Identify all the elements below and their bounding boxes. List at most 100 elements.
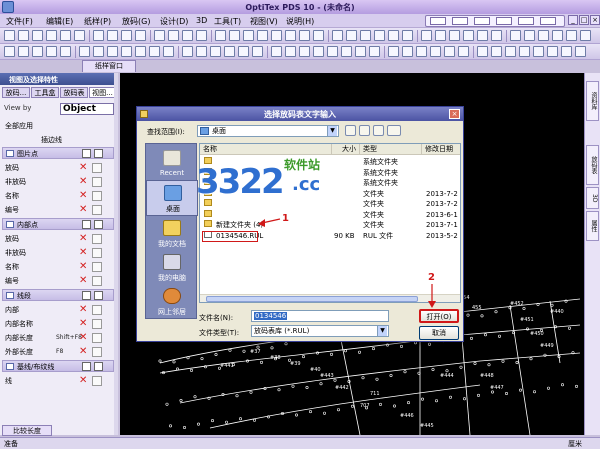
toolbar-tool-icon[interactable]	[107, 46, 118, 57]
section-toggle[interactable]	[82, 149, 91, 158]
toolbar-tool-icon[interactable]	[444, 46, 455, 57]
toolbar-tool-icon[interactable]	[18, 46, 29, 57]
panel-row[interactable]: 名称 ✕	[2, 190, 114, 202]
color-swatch[interactable]	[92, 347, 102, 357]
section-toggle[interactable]	[94, 220, 103, 229]
toolbar-tool-icon[interactable]	[163, 46, 174, 57]
color-swatch[interactable]	[92, 305, 102, 315]
toolbar-tool-icon[interactable]	[327, 46, 338, 57]
color-swatch[interactable]	[92, 376, 102, 386]
toolbar-tool-icon[interactable]	[135, 46, 146, 57]
tab-grade-table[interactable]: 放码表	[60, 87, 88, 98]
panel-section-header[interactable]: 线段	[2, 289, 114, 301]
ime-box[interactable]	[430, 17, 446, 25]
panel-row[interactable]: 非放码 ✕	[2, 176, 114, 188]
hidden-toggle-icon[interactable]: ✕	[79, 347, 89, 357]
toolbar-tool-icon[interactable]	[196, 30, 207, 41]
tab-grading[interactable]: 放码...	[2, 87, 30, 98]
place-documents[interactable]: 我的文档	[146, 216, 198, 252]
toolbar-tool-icon[interactable]	[60, 30, 71, 41]
toolbar-tool-icon[interactable]	[388, 46, 399, 57]
panel-row[interactable]: 全部应用	[2, 120, 114, 132]
color-swatch[interactable]	[92, 177, 102, 187]
toolbar-tool-icon[interactable]	[135, 30, 146, 41]
hidden-toggle-icon[interactable]: ✕	[79, 333, 89, 343]
toolbar-tool-icon[interactable]	[257, 30, 268, 41]
toolbar-tool-icon[interactable]	[32, 30, 43, 41]
color-swatch[interactable]	[92, 191, 102, 201]
toolbar-tool-icon[interactable]	[60, 46, 71, 57]
toolbar-tool-icon[interactable]	[121, 30, 132, 41]
toolbar-tool-icon[interactable]	[271, 46, 282, 57]
toolbar-tool-icon[interactable]	[93, 30, 104, 41]
toolbar-tool-icon[interactable]	[491, 30, 502, 41]
toolbar-tool-icon[interactable]	[547, 46, 558, 57]
toolbar-tool-icon[interactable]	[46, 30, 57, 41]
ime-box[interactable]	[518, 17, 534, 25]
ime-toolbar[interactable]	[425, 15, 565, 27]
panel-row[interactable]: 内部 ✕	[2, 304, 114, 316]
toolbar-tool-icon[interactable]	[285, 46, 296, 57]
menu-3d[interactable]: 3D	[196, 16, 207, 25]
hidden-toggle-icon[interactable]: ✕	[79, 163, 89, 173]
toolbar-tool-icon[interactable]	[182, 46, 193, 57]
color-swatch[interactable]	[92, 163, 102, 173]
toolbar-tool-icon[interactable]	[458, 46, 469, 57]
maximize-button[interactable]: □	[579, 15, 589, 25]
column-date[interactable]: 修改日期	[422, 144, 460, 155]
toolbar-tool-icon[interactable]	[224, 46, 235, 57]
toolbar-tool-icon[interactable]	[299, 30, 310, 41]
menu-grade[interactable]: 放码(G)	[122, 16, 150, 27]
panel-row[interactable]: 插边线	[2, 134, 114, 146]
toolbar-tool-icon[interactable]	[346, 30, 357, 41]
menu-file[interactable]: 文件(F)	[6, 16, 33, 27]
look-in-select[interactable]: 桌面 ▼	[197, 125, 339, 137]
dialog-title-bar[interactable]: 选择放码表文字输入 ×	[137, 107, 463, 121]
file-row[interactable]: 新建文件夹 (4) 文件夹 2013-7-1	[200, 220, 460, 231]
toolbar-tool-icon[interactable]	[435, 30, 446, 41]
toolbar-tool-icon[interactable]	[215, 30, 226, 41]
toolbar-tool-icon[interactable]	[374, 30, 385, 41]
toolbar-tool-icon[interactable]	[566, 30, 577, 41]
toolbar-tool-icon[interactable]	[154, 30, 165, 41]
cancel-button[interactable]: 取消	[419, 326, 459, 340]
toolbar-tool-icon[interactable]	[552, 30, 563, 41]
menu-tools[interactable]: 工具(T)	[214, 16, 241, 27]
toolbar-tool-icon[interactable]	[121, 46, 132, 57]
toolbar-tool-icon[interactable]	[332, 30, 343, 41]
pattern-window-tab[interactable]: 纸样窗口	[82, 60, 136, 72]
toolbar-tool-icon[interactable]	[238, 46, 249, 57]
toolbar-tool-icon[interactable]	[491, 46, 502, 57]
toolbar-tool-icon[interactable]	[524, 30, 535, 41]
color-swatch[interactable]	[92, 319, 102, 329]
toolbar-tool-icon[interactable]	[449, 30, 460, 41]
dock-tab-properties[interactable]: 属性	[586, 211, 599, 241]
toolbar-tool-icon[interactable]	[93, 46, 104, 57]
tab-view[interactable]: 视图...	[89, 87, 116, 98]
section-toggle[interactable]	[94, 362, 103, 371]
close-button[interactable]: ×	[590, 15, 600, 25]
toolbar-tool-icon[interactable]	[538, 30, 549, 41]
toolbar-tool-icon[interactable]	[285, 30, 296, 41]
dock-tab-grade-table[interactable]: 放码表	[586, 145, 599, 185]
chevron-down-icon[interactable]: ▼	[327, 126, 337, 136]
ime-box[interactable]	[452, 17, 468, 25]
toolbar-tool-icon[interactable]	[168, 30, 179, 41]
toolbar-tool-icon[interactable]	[341, 46, 352, 57]
column-name[interactable]: 名称	[200, 144, 332, 155]
file-type-select[interactable]: 放码表库 (*.RUL) ▼	[251, 325, 389, 337]
toolbar-tool-icon[interactable]	[4, 46, 15, 57]
panel-section-header[interactable]: 图片点	[2, 147, 114, 159]
panel-row[interactable]: 内部长度 Shift+F8 ✕	[2, 332, 114, 344]
toolbar-tool-icon[interactable]	[4, 30, 15, 41]
toolbar-tool-icon[interactable]	[252, 46, 263, 57]
chevron-down-icon[interactable]: ▼	[377, 326, 387, 336]
ime-box[interactable]	[540, 17, 556, 25]
toolbar-tool-icon[interactable]	[360, 30, 371, 41]
menu-edit[interactable]: 编辑(E)	[46, 16, 73, 27]
dock-tab-3d[interactable]: 3D	[586, 187, 599, 209]
back-button[interactable]	[345, 125, 356, 136]
hidden-toggle-icon[interactable]: ✕	[79, 305, 89, 315]
menu-view[interactable]: 视图(V)	[250, 16, 278, 27]
place-computer[interactable]: 我的电脑	[146, 250, 198, 286]
